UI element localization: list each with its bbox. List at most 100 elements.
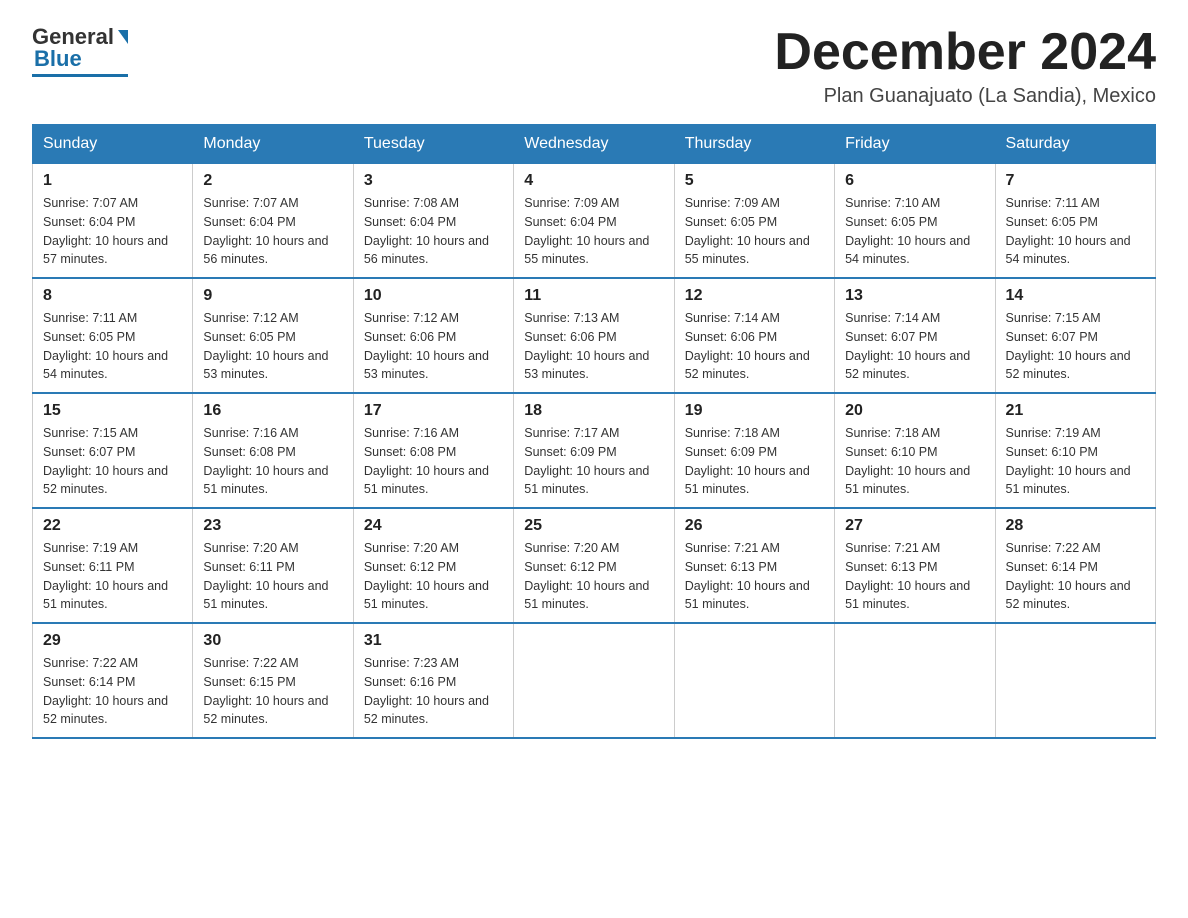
calendar-cell: 23 Sunrise: 7:20 AMSunset: 6:11 PMDayligh… (193, 508, 353, 623)
calendar-cell: 31 Sunrise: 7:23 AMSunset: 6:16 PMDayligh… (353, 623, 513, 738)
calendar-cell: 12 Sunrise: 7:14 AMSunset: 6:06 PMDayligh… (674, 278, 834, 393)
day-info: Sunrise: 7:16 AMSunset: 6:08 PMDaylight:… (203, 424, 342, 499)
title-block: December 2024 Plan Guanajuato (La Sandia… (774, 24, 1156, 108)
day-number: 5 (685, 172, 824, 190)
day-number: 23 (203, 517, 342, 535)
calendar-cell: 7Sunrise: 7:11 AMSunset: 6:05 PMDaylight… (995, 164, 1155, 279)
day-number: 15 (43, 402, 182, 420)
day-info: Sunrise: 7:11 AMSunset: 6:05 PMDaylight:… (43, 309, 182, 384)
weekday-header-row: SundayMondayTuesdayWednesdayThursdayFrid… (33, 125, 1156, 164)
calendar-cell: 13 Sunrise: 7:14 AMSunset: 6:07 PMDayligh… (835, 278, 995, 393)
day-number: 4 (524, 172, 663, 190)
day-info: Sunrise: 7:18 AMSunset: 6:09 PMDaylight:… (685, 424, 824, 499)
calendar-cell: 11 Sunrise: 7:13 AMSunset: 6:06 PMDayligh… (514, 278, 674, 393)
calendar-cell: 27 Sunrise: 7:21 AMSunset: 6:13 PMDayligh… (835, 508, 995, 623)
day-info: Sunrise: 7:15 AMSunset: 6:07 PMDaylight:… (1006, 309, 1145, 384)
day-number: 1 (43, 172, 182, 190)
day-number: 12 (685, 287, 824, 305)
calendar-cell: 17Sunrise: 7:16 AMSunset: 6:08 PMDayligh… (353, 393, 513, 508)
day-number: 2 (203, 172, 342, 190)
calendar-cell: 8 Sunrise: 7:11 AMSunset: 6:05 PMDaylight… (33, 278, 193, 393)
calendar-cell: 19 Sunrise: 7:18 AMSunset: 6:09 PMDayligh… (674, 393, 834, 508)
calendar-week-row: 22Sunrise: 7:19 AMSunset: 6:11 PMDayligh… (33, 508, 1156, 623)
day-info: Sunrise: 7:17 AMSunset: 6:09 PMDaylight:… (524, 424, 663, 499)
day-info: Sunrise: 7:14 AMSunset: 6:07 PMDaylight:… (845, 309, 984, 384)
calendar-cell: 26Sunrise: 7:21 AMSunset: 6:13 PMDayligh… (674, 508, 834, 623)
logo-blue-text: Blue (32, 46, 82, 72)
calendar-cell: 10 Sunrise: 7:12 AMSunset: 6:06 PMDayligh… (353, 278, 513, 393)
weekday-header-monday: Monday (193, 125, 353, 164)
day-number: 7 (1006, 172, 1145, 190)
day-info: Sunrise: 7:09 AMSunset: 6:05 PMDaylight:… (685, 194, 824, 269)
calendar-cell: 20Sunrise: 7:18 AMSunset: 6:10 PMDayligh… (835, 393, 995, 508)
calendar-cell: 9 Sunrise: 7:12 AMSunset: 6:05 PMDaylight… (193, 278, 353, 393)
day-number: 14 (1006, 287, 1145, 305)
day-info: Sunrise: 7:15 AMSunset: 6:07 PMDaylight:… (43, 424, 182, 499)
day-info: Sunrise: 7:22 AMSunset: 6:14 PMDaylight:… (43, 654, 182, 729)
day-number: 18 (524, 402, 663, 420)
day-number: 11 (524, 287, 663, 305)
day-number: 31 (364, 632, 503, 650)
logo-underline (32, 74, 128, 77)
page-header: General Blue December 2024 Plan Guanajua… (32, 24, 1156, 108)
logo: General Blue (32, 24, 128, 77)
day-info: Sunrise: 7:20 AMSunset: 6:11 PMDaylight:… (203, 539, 342, 614)
calendar-cell: 4 Sunrise: 7:09 AMSunset: 6:04 PMDaylight… (514, 164, 674, 279)
day-number: 26 (685, 517, 824, 535)
day-info: Sunrise: 7:07 AMSunset: 6:04 PMDaylight:… (43, 194, 182, 269)
calendar-week-row: 8 Sunrise: 7:11 AMSunset: 6:05 PMDaylight… (33, 278, 1156, 393)
day-number: 27 (845, 517, 984, 535)
day-info: Sunrise: 7:13 AMSunset: 6:06 PMDaylight:… (524, 309, 663, 384)
calendar-week-row: 1 Sunrise: 7:07 AMSunset: 6:04 PMDaylight… (33, 164, 1156, 279)
day-number: 28 (1006, 517, 1145, 535)
day-number: 25 (524, 517, 663, 535)
day-number: 16 (203, 402, 342, 420)
day-info: Sunrise: 7:14 AMSunset: 6:06 PMDaylight:… (685, 309, 824, 384)
weekday-header-tuesday: Tuesday (353, 125, 513, 164)
day-number: 21 (1006, 402, 1145, 420)
weekday-header-saturday: Saturday (995, 125, 1155, 164)
calendar-cell (514, 623, 674, 738)
day-info: Sunrise: 7:23 AMSunset: 6:16 PMDaylight:… (364, 654, 503, 729)
day-number: 10 (364, 287, 503, 305)
calendar-table: SundayMondayTuesdayWednesdayThursdayFrid… (32, 124, 1156, 739)
day-info: Sunrise: 7:21 AMSunset: 6:13 PMDaylight:… (845, 539, 984, 614)
calendar-cell: 21 Sunrise: 7:19 AMSunset: 6:10 PMDayligh… (995, 393, 1155, 508)
day-number: 20 (845, 402, 984, 420)
month-year-title: December 2024 (774, 24, 1156, 81)
day-number: 13 (845, 287, 984, 305)
location-subtitle: Plan Guanajuato (La Sandia), Mexico (774, 85, 1156, 108)
calendar-cell (674, 623, 834, 738)
day-number: 17 (364, 402, 503, 420)
calendar-cell: 14 Sunrise: 7:15 AMSunset: 6:07 PMDayligh… (995, 278, 1155, 393)
calendar-cell: 30 Sunrise: 7:22 AMSunset: 6:15 PMDayligh… (193, 623, 353, 738)
day-info: Sunrise: 7:08 AMSunset: 6:04 PMDaylight:… (364, 194, 503, 269)
calendar-cell: 5 Sunrise: 7:09 AMSunset: 6:05 PMDaylight… (674, 164, 834, 279)
day-number: 19 (685, 402, 824, 420)
calendar-cell: 28 Sunrise: 7:22 AMSunset: 6:14 PMDayligh… (995, 508, 1155, 623)
day-info: Sunrise: 7:22 AMSunset: 6:15 PMDaylight:… (203, 654, 342, 729)
calendar-cell: 2 Sunrise: 7:07 AMSunset: 6:04 PMDaylight… (193, 164, 353, 279)
day-info: Sunrise: 7:12 AMSunset: 6:05 PMDaylight:… (203, 309, 342, 384)
day-number: 9 (203, 287, 342, 305)
day-info: Sunrise: 7:22 AMSunset: 6:14 PMDaylight:… (1006, 539, 1145, 614)
day-number: 30 (203, 632, 342, 650)
calendar-cell (995, 623, 1155, 738)
day-number: 3 (364, 172, 503, 190)
day-info: Sunrise: 7:12 AMSunset: 6:06 PMDaylight:… (364, 309, 503, 384)
calendar-cell: 18 Sunrise: 7:17 AMSunset: 6:09 PMDayligh… (514, 393, 674, 508)
day-info: Sunrise: 7:20 AMSunset: 6:12 PMDaylight:… (524, 539, 663, 614)
calendar-cell: 1 Sunrise: 7:07 AMSunset: 6:04 PMDaylight… (33, 164, 193, 279)
day-number: 8 (43, 287, 182, 305)
day-info: Sunrise: 7:19 AMSunset: 6:10 PMDaylight:… (1006, 424, 1145, 499)
day-info: Sunrise: 7:09 AMSunset: 6:04 PMDaylight:… (524, 194, 663, 269)
day-info: Sunrise: 7:07 AMSunset: 6:04 PMDaylight:… (203, 194, 342, 269)
calendar-week-row: 15 Sunrise: 7:15 AMSunset: 6:07 PMDayligh… (33, 393, 1156, 508)
calendar-cell: 29Sunrise: 7:22 AMSunset: 6:14 PMDayligh… (33, 623, 193, 738)
day-info: Sunrise: 7:19 AMSunset: 6:11 PMDaylight:… (43, 539, 182, 614)
logo-triangle-icon (118, 30, 128, 44)
day-number: 24 (364, 517, 503, 535)
weekday-header-sunday: Sunday (33, 125, 193, 164)
calendar-cell: 3 Sunrise: 7:08 AMSunset: 6:04 PMDaylight… (353, 164, 513, 279)
calendar-cell: 25 Sunrise: 7:20 AMSunset: 6:12 PMDayligh… (514, 508, 674, 623)
